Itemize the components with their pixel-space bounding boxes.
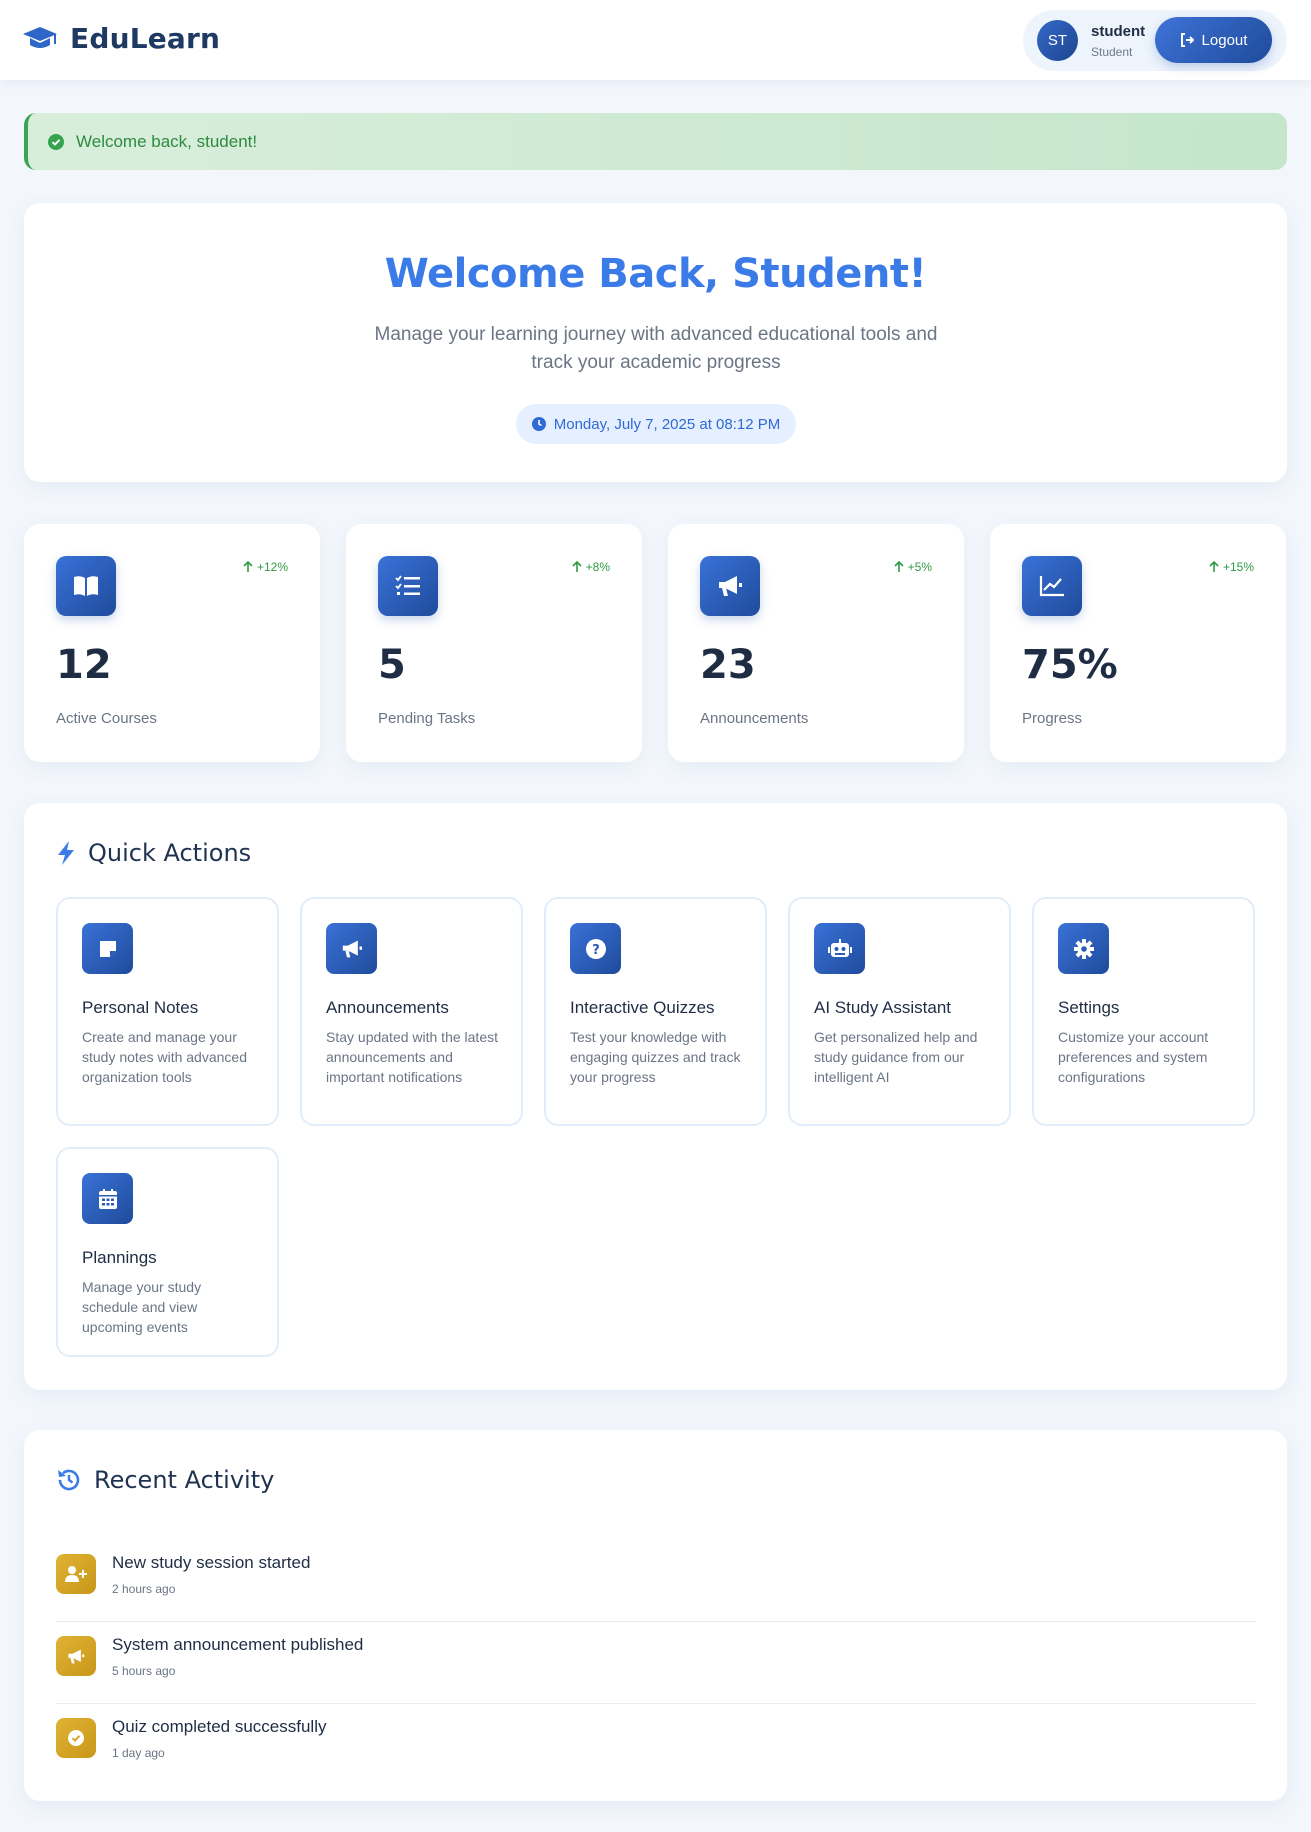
- activity-time: 1 day ago: [112, 1746, 165, 1760]
- action-description: Create and manage your study notes with …: [82, 1029, 247, 1085]
- quick-actions-title: Quick Actions: [56, 839, 251, 867]
- brand-name: EduLearn: [70, 22, 221, 55]
- activity-title: New study session started: [112, 1553, 311, 1572]
- action-ai-study-assistant[interactable]: AI Study Assistant Get personalized help…: [788, 897, 1011, 1126]
- page-title: Welcome Back, Student!: [384, 251, 927, 297]
- action-title: AI Study Assistant: [814, 998, 952, 1017]
- stat-value: 23: [700, 642, 756, 688]
- question-circle-icon: ?: [570, 923, 621, 974]
- brand[interactable]: EduLearn: [22, 22, 220, 55]
- action-title: Personal Notes: [82, 998, 199, 1017]
- activity-title: Quiz completed successfully: [112, 1717, 327, 1736]
- check-circle-icon: [56, 1718, 96, 1758]
- stat-card-progress[interactable]: +15% 75% Progress: [990, 524, 1286, 762]
- user-name: student: [1091, 23, 1146, 40]
- date-text: Monday, July 7, 2025 at 08:12 PM: [553, 415, 781, 433]
- quick-actions-section: Quick Actions Personal Notes Create and …: [24, 803, 1287, 1390]
- activity-item[interactable]: Quiz completed successfully 1 day ago: [56, 1704, 1256, 1786]
- megaphone-icon: [56, 1636, 96, 1676]
- megaphone-icon: [326, 923, 377, 974]
- recent-activity-section: Recent Activity New study session starte…: [24, 1430, 1287, 1801]
- action-description: Stay updated with the latest announcemen…: [326, 1029, 498, 1085]
- sign-out-icon: [1180, 33, 1194, 47]
- sticky-note-icon: [82, 923, 133, 974]
- megaphone-icon: [700, 556, 760, 616]
- user-menu: ST student Student Logout: [1023, 10, 1287, 71]
- action-title: Settings: [1058, 998, 1120, 1017]
- stat-card-announcements[interactable]: +5% 23 Announcements: [668, 524, 964, 762]
- action-plannings[interactable]: Plannings Manage your study schedule and…: [56, 1147, 279, 1357]
- logout-button[interactable]: Logout: [1155, 17, 1272, 63]
- user-plus-icon: [56, 1554, 96, 1594]
- task-list-icon: [378, 556, 438, 616]
- avatar[interactable]: ST: [1037, 20, 1078, 61]
- trend-badge: +8%: [572, 560, 610, 574]
- stat-value: 75%: [1022, 642, 1118, 688]
- action-title: Interactive Quizzes: [570, 998, 715, 1017]
- stat-value: 5: [378, 642, 406, 688]
- trend-badge: +12%: [243, 560, 288, 574]
- logout-label: Logout: [1201, 31, 1248, 49]
- action-announcements[interactable]: Announcements Stay updated with the late…: [300, 897, 523, 1126]
- robot-icon: [814, 923, 865, 974]
- stat-card-courses[interactable]: +12% 12 Active Courses: [24, 524, 320, 762]
- action-settings[interactable]: Settings Customize your account preferen…: [1032, 897, 1255, 1126]
- action-description: Customize your account preferences and s…: [1058, 1029, 1209, 1085]
- action-personal-notes[interactable]: Personal Notes Create and manage your st…: [56, 897, 279, 1126]
- stat-value: 12: [56, 642, 112, 688]
- top-header: EduLearn ST student Student Logout: [0, 0, 1311, 80]
- trend-badge: +5%: [894, 560, 932, 574]
- action-title: Announcements: [326, 998, 449, 1017]
- date-badge: Monday, July 7, 2025 at 08:12 PM: [516, 404, 796, 444]
- stat-label: Progress: [1022, 710, 1083, 727]
- hero-subtitle: Manage your learning journey with advanc…: [374, 324, 938, 373]
- arrow-up-icon: [1209, 561, 1219, 572]
- history-icon: [58, 1469, 80, 1491]
- check-circle-icon: [48, 133, 64, 150]
- action-title: Plannings: [82, 1248, 157, 1267]
- calendar-icon: [82, 1173, 133, 1224]
- book-icon: [56, 556, 116, 616]
- welcome-alert: Welcome back, student!: [24, 113, 1287, 170]
- arrow-up-icon: [243, 561, 253, 572]
- user-role: Student: [1091, 45, 1133, 59]
- arrow-up-icon: [572, 561, 582, 572]
- stat-label: Pending Tasks: [378, 710, 476, 727]
- activity-item[interactable]: New study session started 2 hours ago: [56, 1540, 1256, 1622]
- clock-icon: [531, 417, 546, 431]
- action-description: Get personalized help and study guidance…: [814, 1029, 978, 1085]
- activity-title: System announcement published: [112, 1635, 364, 1654]
- action-description: Manage your study schedule and view upco…: [82, 1279, 202, 1335]
- action-interactive-quizzes[interactable]: ? Interactive Quizzes Test your knowledg…: [544, 897, 767, 1126]
- stat-label: Announcements: [700, 710, 809, 727]
- gear-icon: [1058, 923, 1109, 974]
- hero-card: Welcome Back, Student! Manage your learn…: [24, 203, 1287, 482]
- recent-activity-title: Recent Activity: [56, 1466, 274, 1494]
- trend-badge: +15%: [1209, 560, 1254, 574]
- svg-text:?: ?: [592, 943, 600, 958]
- action-description: Test your knowledge with engaging quizze…: [570, 1029, 741, 1085]
- chart-line-icon: [1022, 556, 1082, 616]
- activity-item[interactable]: System announcement published 5 hours ag…: [56, 1622, 1256, 1704]
- arrow-up-icon: [894, 561, 904, 572]
- alert-message: Welcome back, student!: [76, 131, 258, 151]
- stat-label: Active Courses: [56, 710, 157, 727]
- stat-card-tasks[interactable]: +8% 5 Pending Tasks: [346, 524, 642, 762]
- graduation-cap-icon: [23, 26, 57, 48]
- activity-time: 2 hours ago: [112, 1582, 176, 1596]
- activity-time: 5 hours ago: [112, 1664, 176, 1678]
- bolt-icon: [58, 841, 74, 865]
